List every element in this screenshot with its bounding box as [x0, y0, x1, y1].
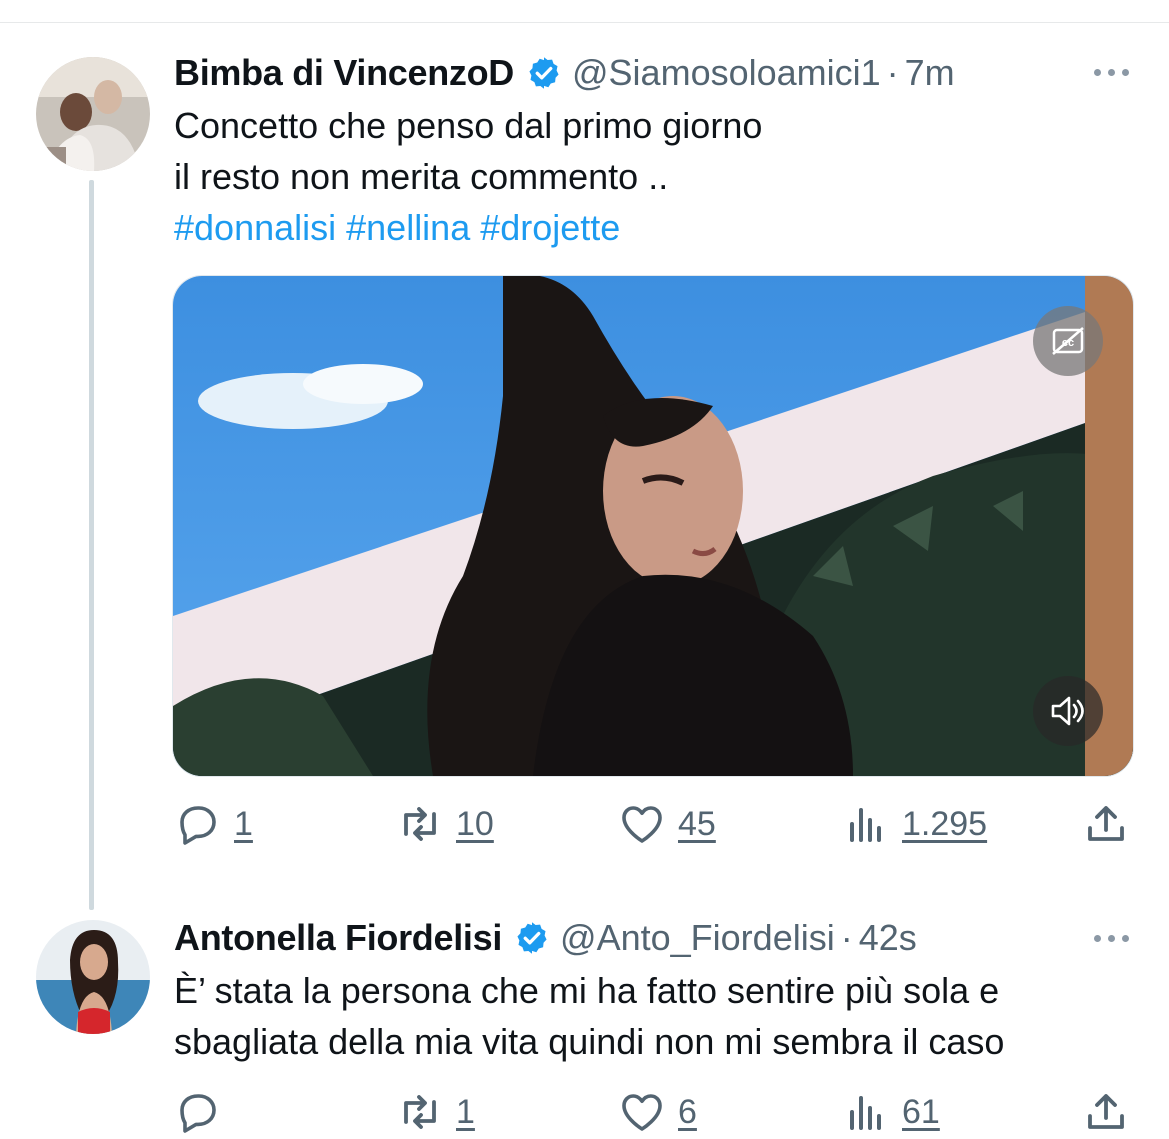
- heart-icon: [622, 1094, 662, 1131]
- reply-icon: [180, 806, 216, 845]
- more-options-icon[interactable]: [1094, 935, 1129, 942]
- thread-connector-line: [89, 180, 94, 910]
- share-icon: [1088, 806, 1124, 841]
- repost-count[interactable]: 1: [456, 1093, 475, 1132]
- repost-button[interactable]: 10: [396, 800, 494, 848]
- verified-badge-icon: [529, 57, 559, 89]
- display-name[interactable]: Bimba di VincenzoD: [174, 52, 514, 94]
- views-count[interactable]: 61: [902, 1093, 940, 1132]
- views-chart-icon: [850, 808, 881, 842]
- views-button[interactable]: 1.295: [842, 800, 987, 848]
- share-button[interactable]: [1082, 1088, 1130, 1136]
- reply-icon: [180, 1094, 216, 1133]
- repost-button[interactable]: 1: [396, 1088, 475, 1136]
- tweet-text-line: È’ stata la persona che mi ha fatto sent…: [174, 970, 1000, 1011]
- hashtag-link[interactable]: #nellina: [346, 207, 470, 248]
- avatar[interactable]: [36, 920, 150, 1034]
- timestamp[interactable]: 7m: [905, 52, 955, 94]
- captions-off-icon[interactable]: cc: [1033, 306, 1103, 376]
- user-handle[interactable]: @Anto_Fiordelisi: [560, 917, 835, 959]
- avatar[interactable]: [36, 57, 150, 171]
- tweet-text-line: Concetto che penso dal primo giorno: [174, 105, 763, 146]
- display-name[interactable]: Antonella Fiordelisi: [174, 917, 502, 959]
- video-player[interactable]: cc: [172, 275, 1134, 777]
- like-button[interactable]: 45: [618, 800, 716, 848]
- like-count[interactable]: 6: [678, 1093, 697, 1132]
- top-divider: [0, 0, 1169, 23]
- tweet-text: È’ stata la persona che mi ha fatto sent…: [174, 965, 1004, 1067]
- views-chart-icon: [850, 1096, 881, 1130]
- more-options-icon[interactable]: [1094, 69, 1129, 76]
- tweet-text: Concetto che penso dal primo giorno il r…: [174, 100, 762, 253]
- like-button[interactable]: 6: [618, 1088, 697, 1136]
- hashtag-row: #donnalisi #nellina #drojette: [174, 202, 762, 253]
- like-count[interactable]: 45: [678, 805, 716, 844]
- repost-count[interactable]: 10: [456, 805, 494, 844]
- reply-count[interactable]: 1: [234, 805, 253, 844]
- tweet-actions: 1 10 45 1.295: [174, 800, 1134, 850]
- user-handle[interactable]: @Siamosoloamici1: [572, 52, 881, 94]
- repost-icon: [404, 1095, 436, 1129]
- tweet-header: Antonella Fiordelisi @Anto_Fiordelisi · …: [174, 915, 1169, 961]
- heart-icon: [622, 806, 662, 843]
- reply-button[interactable]: [174, 1088, 234, 1136]
- hashtag-link[interactable]: #donnalisi: [174, 207, 336, 248]
- share-button[interactable]: [1082, 800, 1130, 848]
- views-count[interactable]: 1.295: [902, 805, 987, 844]
- repost-icon: [404, 807, 436, 841]
- timestamp[interactable]: 42s: [859, 917, 917, 959]
- tweet-text-line: il resto non merita commento ..: [174, 156, 669, 197]
- tweet-header: Bimba di VincenzoD @Siamosoloamici1 · 7m: [174, 50, 1169, 96]
- tweet-actions: 1 6 61: [174, 1088, 1134, 1138]
- views-button[interactable]: 61: [842, 1088, 940, 1136]
- separator-dot: ·: [886, 52, 899, 93]
- share-icon: [1088, 1094, 1124, 1129]
- reply-button[interactable]: 1: [174, 800, 253, 848]
- video-frame: [173, 276, 1133, 776]
- hashtag-link[interactable]: #drojette: [480, 207, 620, 248]
- separator-dot: ·: [840, 917, 853, 958]
- volume-icon[interactable]: [1033, 676, 1103, 746]
- verified-badge-icon: [517, 922, 547, 954]
- tweet-text-line: sbagliata della mia vita quindi non mi s…: [174, 1021, 1005, 1062]
